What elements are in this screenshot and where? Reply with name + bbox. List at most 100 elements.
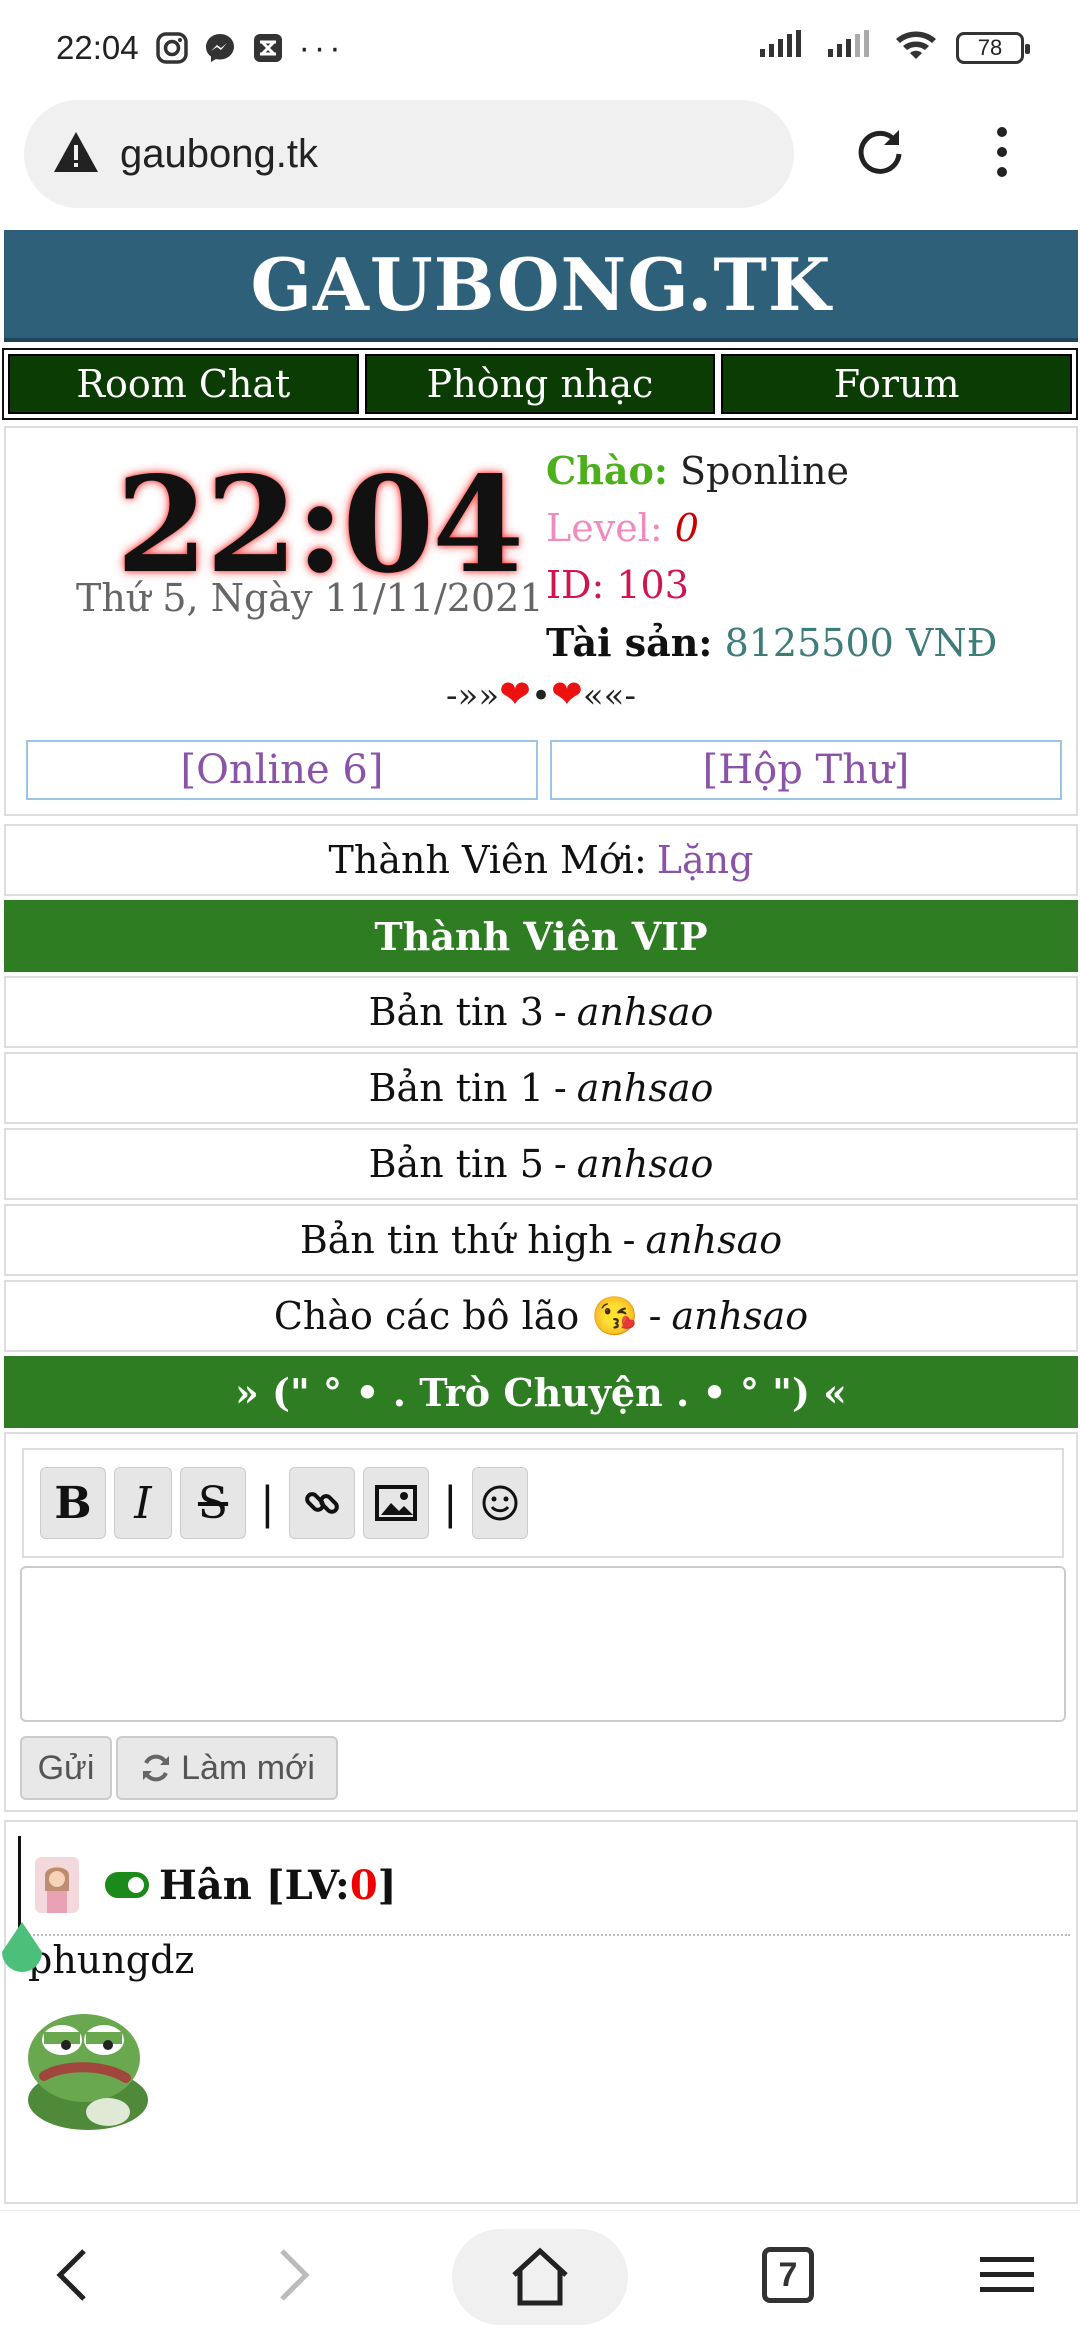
news-dash: - xyxy=(553,1142,567,1186)
refresh-icon xyxy=(143,1754,170,1782)
inbox-button[interactable]: [Hộp Thư] xyxy=(550,740,1062,800)
news-author[interactable]: anhsao xyxy=(646,1218,783,1262)
signal-icon-2 xyxy=(826,29,876,67)
strikethrough-button[interactable]: S xyxy=(180,1467,246,1539)
site-title[interactable]: GAUBONG.TK xyxy=(250,242,831,327)
user-id: ID: 103 xyxy=(546,563,689,607)
vip-heading: Thành Viên VIP xyxy=(4,900,1078,972)
warning-icon[interactable] xyxy=(52,130,100,178)
news-row[interactable]: Bản tin thứ high - anhsao xyxy=(4,1204,1078,1276)
message-user[interactable]: Hân xyxy=(159,1862,252,1909)
heart-divider-right: ««- xyxy=(582,676,636,716)
status-bar: 22:04 ··· 78 xyxy=(0,0,1080,96)
news-dash: - xyxy=(553,990,567,1034)
link-icon xyxy=(304,1492,339,1514)
refresh-label[interactable]: Làm mới xyxy=(181,1749,315,1788)
chat-messages: Hân [LV:0] phungdz xyxy=(4,1820,1078,2204)
nav-music-room[interactable]: Phòng nhạc xyxy=(364,354,716,414)
news-row[interactable]: Chào các bô lão 😘 - anhsao xyxy=(4,1280,1078,1352)
date-text: Thứ 5, Ngày 11/11/2021 xyxy=(76,576,544,620)
heart-icon: ❤ xyxy=(551,672,583,716)
italic-button[interactable]: I xyxy=(114,1467,172,1539)
chat-heading: » (" ° • . Trò Chuyện . • ° ") « xyxy=(4,1356,1078,1428)
browser-menu-icon[interactable] xyxy=(990,124,1014,184)
greeting-line: Chào: Sponline xyxy=(546,442,997,500)
new-member-row: Thành Viên Mới: Lặng xyxy=(4,824,1078,896)
message-lv-prefix: [LV: xyxy=(265,1861,350,1909)
heart-divider: -»»❤•❤««- xyxy=(6,672,1076,716)
image-icon xyxy=(374,1485,417,1521)
wifi-icon xyxy=(894,27,938,69)
message-text: phungdz xyxy=(28,1938,195,1982)
signal-icon xyxy=(758,29,808,67)
news-title[interactable]: Bản tin 5 xyxy=(369,1142,544,1186)
username[interactable]: Sponline xyxy=(680,449,849,493)
news-row[interactable]: Bản tin 1- anhsao xyxy=(4,1052,1078,1124)
info-panel: 22:04 Thứ 5, Ngày 11/11/2021 Chào: Sponl… xyxy=(4,426,1078,816)
toolbar-separator: | xyxy=(260,1477,275,1529)
nav-forum[interactable]: Forum xyxy=(721,354,1073,414)
message-lv-suffix: ] xyxy=(377,1861,397,1909)
refresh-button[interactable]: Làm mới xyxy=(116,1736,338,1800)
messenger-icon xyxy=(203,31,237,65)
browser-toolbar: gaubong.tk xyxy=(0,96,1080,228)
news-dash: - xyxy=(553,1066,567,1110)
greeting-label: Chào: xyxy=(546,448,668,493)
assets-value: 8125500 VNĐ xyxy=(724,621,998,665)
news-author[interactable]: anhsao xyxy=(577,1142,714,1186)
news-dash: - xyxy=(648,1294,662,1338)
status-time: 22:04 xyxy=(56,29,139,66)
url-text[interactable]: gaubong.tk xyxy=(120,132,318,177)
avatar[interactable] xyxy=(35,1857,79,1913)
news-dash: - xyxy=(622,1218,636,1262)
new-member-label: Thành Viên Mới: xyxy=(328,838,647,882)
news-row[interactable]: Bản tin 3- anhsao xyxy=(4,976,1078,1048)
news-title[interactable]: Bản tin 1 xyxy=(369,1066,544,1110)
bold-button[interactable]: B xyxy=(40,1467,106,1539)
tabs-button[interactable]: 7 xyxy=(762,2247,814,2303)
hamburger-menu-icon[interactable] xyxy=(980,2255,1034,2299)
toolbar-separator: | xyxy=(442,1477,458,1529)
heart-divider-mid: • xyxy=(530,676,552,716)
news-title[interactable]: Bản tin thứ high xyxy=(300,1218,613,1262)
pepe-sticker xyxy=(22,2000,154,2134)
link-button[interactable] xyxy=(288,1467,355,1539)
battery-icon: 78 xyxy=(956,32,1030,64)
new-member-name[interactable]: Lặng xyxy=(657,838,754,882)
location-pin-icon xyxy=(0,1920,46,1988)
editor-toolbar: B I S | | xyxy=(22,1448,1064,1558)
heart-divider-left: -»» xyxy=(446,676,500,716)
level-line: Level: 0 xyxy=(546,500,997,557)
forward-icon[interactable] xyxy=(274,2245,314,2309)
news-title[interactable]: Bản tin 3 xyxy=(369,990,544,1034)
message-username[interactable]: Hân [LV:0] xyxy=(159,1862,397,1909)
message-header: Hân [LV:0] xyxy=(18,1836,1070,1936)
news-row[interactable]: Bản tin 5- anhsao xyxy=(4,1128,1078,1200)
news-author[interactable]: anhsao xyxy=(577,1066,714,1110)
online-button[interactable]: [Online 6] xyxy=(26,740,538,800)
more-notifications-icon: ··· xyxy=(298,28,345,67)
image-button[interactable] xyxy=(362,1467,429,1539)
assets-label: Tài sản: xyxy=(546,620,713,665)
chat-editor: B I S | | Gửi Làm mới xyxy=(4,1432,1078,1812)
news-author[interactable]: anhsao xyxy=(672,1294,809,1338)
home-icon xyxy=(512,2247,568,2306)
online-status-icon xyxy=(105,1872,149,1898)
browser-bottom-nav: 7 xyxy=(0,2210,1080,2340)
site-header: GAUBONG.TK xyxy=(4,230,1078,342)
news-title[interactable]: Chào các bô lão 😘 xyxy=(274,1294,639,1339)
instagram-icon xyxy=(155,31,189,65)
back-icon[interactable] xyxy=(52,2245,92,2309)
capcut-icon xyxy=(251,31,285,65)
news-author[interactable]: anhsao xyxy=(577,990,714,1034)
message-textarea[interactable] xyxy=(20,1566,1066,1722)
smiley-icon xyxy=(482,1485,518,1521)
main-nav: Room Chat Phòng nhạc Forum xyxy=(2,348,1078,420)
address-bar[interactable]: gaubong.tk xyxy=(24,100,794,208)
nav-room-chat[interactable]: Room Chat xyxy=(8,354,359,414)
reload-icon[interactable] xyxy=(852,124,908,184)
send-button[interactable]: Gửi xyxy=(20,1736,112,1800)
message-lv-value: 0 xyxy=(349,1861,378,1909)
emoji-button[interactable] xyxy=(471,1467,528,1539)
home-button[interactable] xyxy=(452,2229,628,2325)
